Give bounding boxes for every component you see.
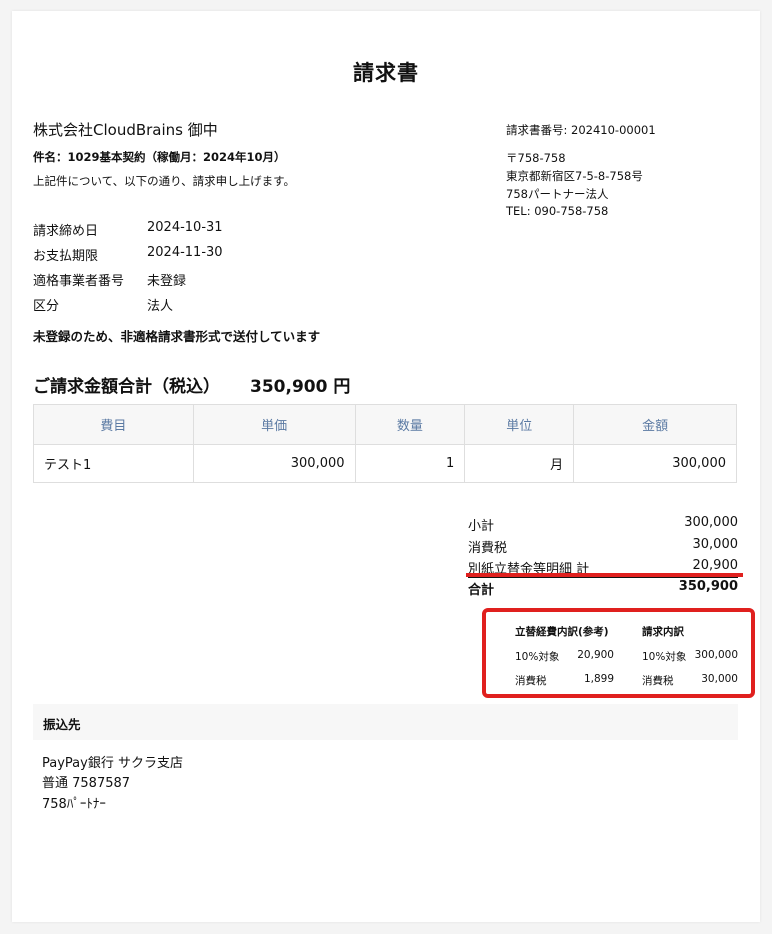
invoice-subject: 件名：1029基本契約（稼働月：2024年10月） <box>33 150 286 164</box>
bank-name: PayPay銀行 サクラ支店 <box>42 756 183 771</box>
bank-account: 普通 7587587 <box>42 776 131 791</box>
closing-date-value: 2024-10-31 <box>147 220 223 235</box>
registration-number-value: 未登録 <box>147 274 187 289</box>
header-unit-price: 単価 <box>192 404 356 445</box>
category-value: 法人 <box>147 299 174 314</box>
tax-label: 消費税 <box>468 541 508 556</box>
cell-item: テスト1 <box>33 444 194 483</box>
registration-number-label: 適格事業者番号 <box>33 274 125 289</box>
grand-total-value: 350,900 <box>678 579 738 594</box>
closing-date-label: 請求締め日 <box>33 224 99 239</box>
sender-postal: 〒758-758 <box>506 151 566 165</box>
items-table: 費目 単価 数量 単位 金額 テスト1 300,000 1 月 300,000 <box>33 404 737 483</box>
invoice-breakdown-title: 請求内訳 <box>642 626 684 638</box>
expenses-value: 20,900 <box>692 558 739 573</box>
bank-section-header: 振込先 <box>33 704 738 740</box>
expense-tax-label: 消費税 <box>515 675 547 687</box>
category-label: 区分 <box>33 299 60 314</box>
intro-text: 上記件について、以下の通り、請求申し上げます。 <box>33 174 295 188</box>
bank-holder: 758ﾊﾟｰﾄﾅｰ <box>42 797 106 812</box>
table-header-row: 費目 単価 数量 単位 金額 <box>33 404 737 445</box>
cell-quantity: 1 <box>354 444 466 483</box>
due-date-value: 2024-11-30 <box>147 245 223 260</box>
header-quantity: 数量 <box>354 404 466 445</box>
total-amount-label: ご請求金額合計（税込） <box>33 377 220 397</box>
sender-tel: TEL: 090-758-758 <box>506 204 609 218</box>
invoice-taxable-value: 300,000 <box>694 649 738 661</box>
sender-name: 758パートナー法人 <box>506 187 609 201</box>
expense-taxable-value: 20,900 <box>577 649 614 661</box>
header-unit: 単位 <box>464 404 575 445</box>
sender-address: 東京都新宿区7-5-8-758号 <box>506 169 643 183</box>
invoice-taxable-label: 10%対象 <box>642 651 687 663</box>
invoice-number: 請求書番号: 202410-00001 <box>506 123 656 137</box>
tax-value: 30,000 <box>692 537 739 552</box>
cell-unit: 月 <box>464 444 575 483</box>
grand-total-label: 合計 <box>468 583 495 598</box>
invoice-tax-label: 消費税 <box>642 675 674 687</box>
header-amount: 金額 <box>573 404 737 445</box>
expense-tax-value: 1,899 <box>583 673 614 685</box>
header-item: 費目 <box>33 404 194 445</box>
non-qualified-notice: 未登録のため、非適格請求書形式で送付しています <box>33 329 321 344</box>
bank-section-title: 振込先 <box>43 717 81 732</box>
table-row: テスト1 300,000 1 月 300,000 <box>33 444 737 483</box>
total-amount-value: 350,900 円 <box>250 377 351 397</box>
cell-unit-price: 300,000 <box>192 444 356 483</box>
cell-amount: 300,000 <box>573 444 737 483</box>
recipient-name: 株式会社CloudBrains 御中 <box>33 121 218 139</box>
subtotal-value: 300,000 <box>684 515 738 530</box>
due-date-label: お支払期限 <box>33 249 99 264</box>
breakdown-highlight-box: 立替経費内訳(参考) 請求内訳 10%対象 20,900 10%対象 300,0… <box>482 608 755 698</box>
invoice-page: 請求書 株式会社CloudBrains 御中 件名：1029基本契約（稼働月：2… <box>12 11 760 922</box>
expense-taxable-label: 10%対象 <box>515 651 560 663</box>
invoice-tax-value: 30,000 <box>701 673 738 685</box>
expense-breakdown-title: 立替経費内訳(参考) <box>515 626 609 638</box>
subtotal-label: 小計 <box>468 519 495 534</box>
invoice-title: 請求書 <box>353 61 419 85</box>
highlight-underline <box>466 573 743 577</box>
